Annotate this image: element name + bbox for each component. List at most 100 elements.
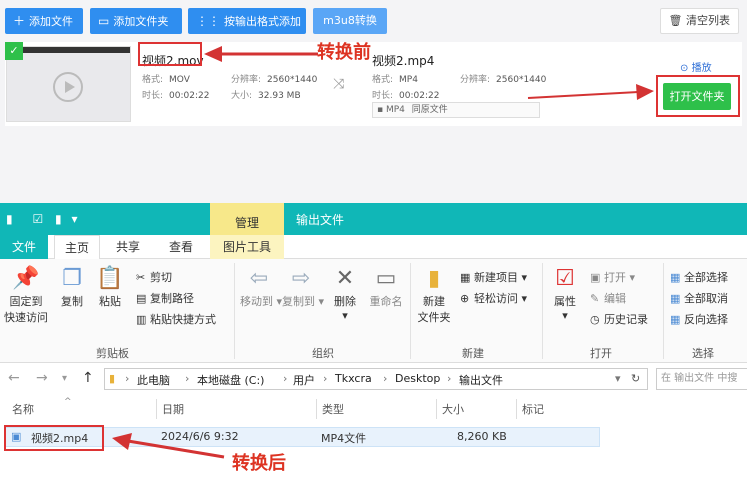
rename-button[interactable]: ▭ 重命名	[366, 265, 406, 309]
copy-button[interactable]: ❐ 复制	[54, 265, 90, 309]
column-size[interactable]: 大小	[442, 401, 464, 417]
new-item-button[interactable]: ▦ 新建项目 ▾	[460, 269, 527, 285]
add-folder-button[interactable]: ▭ 添加文件夹	[90, 8, 182, 34]
breadcrumb-this-pc[interactable]: 此电脑	[137, 372, 170, 388]
group-new-label: 新建	[462, 347, 484, 360]
paste-button[interactable]: 📋 粘贴	[92, 265, 128, 309]
folder-icon[interactable]: ▮	[6, 212, 13, 226]
scissors-icon: ✂	[136, 271, 146, 284]
column-name[interactable]: 名称	[12, 401, 34, 417]
path-icon: ▤	[136, 292, 147, 305]
paste-shortcut-button[interactable]: ▥ 粘贴快捷方式	[136, 311, 216, 327]
select-none-icon: ▦	[670, 292, 681, 305]
select-none-button[interactable]: ▦ 全部取消	[670, 290, 728, 306]
history-button[interactable]: ◷ 历史记录	[590, 311, 648, 327]
open-button[interactable]: ▣ 打开 ▾	[590, 269, 635, 285]
play-icon: ⊙	[680, 63, 689, 74]
file-type: MP4文件	[321, 432, 367, 445]
checkmark-icon[interactable]: ✓	[5, 42, 23, 60]
new-folder-button[interactable]: ▮ 新建 文件夹	[414, 265, 454, 325]
folder-icon: ▭	[98, 14, 110, 28]
tab-home[interactable]: 主页	[54, 235, 100, 259]
tab-manage[interactable]: 管理	[210, 203, 284, 235]
column-date[interactable]: 日期	[162, 401, 184, 417]
output-file-name: 视频2.mp4	[372, 54, 435, 68]
move-to-button[interactable]: ⇦ 移动到 ▾	[240, 265, 282, 309]
copy-to-button[interactable]: ⇨ 复制到 ▾	[282, 265, 324, 309]
video-icon: ▪	[377, 105, 384, 115]
source-format: 格式: MOV	[142, 75, 190, 85]
search-input[interactable]: 在 输出文件 中搜	[656, 368, 747, 390]
back-arrow-icon[interactable]: ←	[8, 370, 20, 386]
shortcut-icon: ▥	[136, 313, 147, 326]
invert-selection-button[interactable]: ▦ 反向选择	[670, 311, 728, 327]
copy-path-button[interactable]: ▤ 复制路径	[136, 290, 194, 306]
file-explorer-window: ▮ ☑ ▮ ▾ 管理 输出文件 文件 主页 共享 查看 图片工具 📌 固定到 快…	[0, 203, 747, 500]
m3u8-convert-button[interactable]: m3u8转换	[313, 8, 387, 34]
clipboard-icon: 📋	[96, 266, 124, 291]
play-link[interactable]: ⊙ 播放	[680, 59, 712, 74]
select-all-button[interactable]: ▦ 全部选择	[670, 269, 728, 285]
annotation-arrow-after	[112, 433, 225, 459]
folder-icon: ▮	[109, 372, 116, 385]
add-file-button[interactable]: ＋添加文件	[5, 8, 83, 34]
plus-icon: ＋	[13, 14, 26, 28]
move-folder-icon: ⇦	[249, 266, 269, 291]
edit-button[interactable]: ✎ 编辑	[590, 290, 626, 306]
recent-dropdown-icon[interactable]: ▾	[62, 373, 67, 384]
breadcrumb-output-folder[interactable]: 输出文件	[459, 372, 503, 388]
tab-view[interactable]: 查看	[156, 235, 206, 259]
annotation-arrow-before	[204, 46, 318, 62]
tab-file[interactable]: 文件	[0, 235, 48, 259]
title-bar: ▮ ☑ ▮ ▾ 管理 输出文件	[0, 203, 747, 235]
delete-button[interactable]: ✕ 删除 ▾	[330, 265, 360, 322]
tab-picture-tools[interactable]: 图片工具	[210, 235, 284, 259]
output-duration: 时长: 00:02:22	[372, 91, 440, 101]
group-open-label: 打开	[590, 347, 612, 360]
pin-quick-access-button[interactable]: 📌 固定到 快速访问	[4, 265, 48, 325]
shuffle-icon: ⤨	[333, 76, 345, 92]
annotation-before-label: 转换前	[317, 42, 371, 63]
open-folder-button[interactable]: 打开文件夹	[663, 83, 731, 110]
breadcrumb-local-disk[interactable]: 本地磁盘 (C:)	[197, 372, 264, 388]
up-arrow-icon[interactable]: ↑	[82, 370, 94, 386]
easy-access-button[interactable]: ⊕ 轻松访问 ▾	[460, 290, 527, 306]
forward-arrow-icon[interactable]: →	[36, 370, 48, 386]
source-duration: 时长: 00:02:22	[142, 91, 210, 101]
folder-icon[interactable]: ▮	[55, 212, 62, 226]
address-dropdown-icon[interactable]: ▾	[615, 372, 621, 385]
annotation-arrow-open	[527, 84, 654, 100]
sort-indicator-icon: ^	[64, 397, 72, 407]
source-size: 大小: 32.93 MB	[231, 91, 301, 101]
output-format-select[interactable]: ▪ MP4 同原文件	[372, 102, 540, 118]
invert-selection-icon: ▦	[670, 313, 681, 326]
address-row: ← → ▾ ↑ ▮ › 此电脑 › 本地磁盘 (C:) › 用户 › Tkxcr…	[0, 365, 747, 393]
checkbox-icon[interactable]: ☑	[32, 212, 43, 226]
ribbon-tabs: 文件 主页 共享 查看 图片工具	[0, 235, 747, 259]
properties-check-icon: ☑	[555, 266, 575, 291]
edit-icon: ✎	[590, 292, 600, 305]
breadcrumb-user[interactable]: Tkxcra	[335, 372, 372, 385]
cut-button[interactable]: ✂ 剪切	[136, 269, 172, 285]
easy-access-icon: ⊕	[460, 292, 470, 305]
file-size: 8,260 KB	[457, 430, 507, 443]
add-by-format-button[interactable]: ⋮⋮ 按输出格式添加	[188, 8, 306, 34]
video-thumbnail[interactable]	[6, 46, 131, 122]
pin-icon: 📌	[12, 266, 40, 291]
tab-share[interactable]: 共享	[104, 235, 152, 259]
address-bar[interactable]: ▮ › 此电脑 › 本地磁盘 (C:) › 用户 › Tkxcra › Desk…	[104, 368, 648, 390]
copy-icon: ❐	[62, 266, 82, 291]
clear-list-button[interactable]: 🗑 清空列表	[659, 8, 739, 34]
quick-access-toolbar[interactable]: ▮ ☑ ▮ ▾	[6, 212, 78, 226]
breadcrumb-users[interactable]: 用户	[293, 372, 315, 388]
refresh-icon[interactable]: ↻	[631, 372, 640, 385]
ribbon-panel: 📌 固定到 快速访问 ❐ 复制 📋 粘贴 ✂ 剪切 ▤ 复制路径 ▥ 粘贴快捷方式 剪…	[0, 259, 747, 363]
column-type[interactable]: 类型	[322, 401, 344, 417]
history-icon: ◷	[590, 313, 600, 326]
properties-button[interactable]: ☑ 属性 ▾	[548, 265, 582, 322]
new-folder-icon: ▮	[427, 266, 441, 291]
new-item-icon: ▦	[460, 271, 471, 284]
breadcrumb-desktop[interactable]: Desktop	[395, 372, 440, 385]
column-tag[interactable]: 标记	[522, 401, 544, 417]
dropdown-icon[interactable]: ▾	[71, 212, 77, 226]
